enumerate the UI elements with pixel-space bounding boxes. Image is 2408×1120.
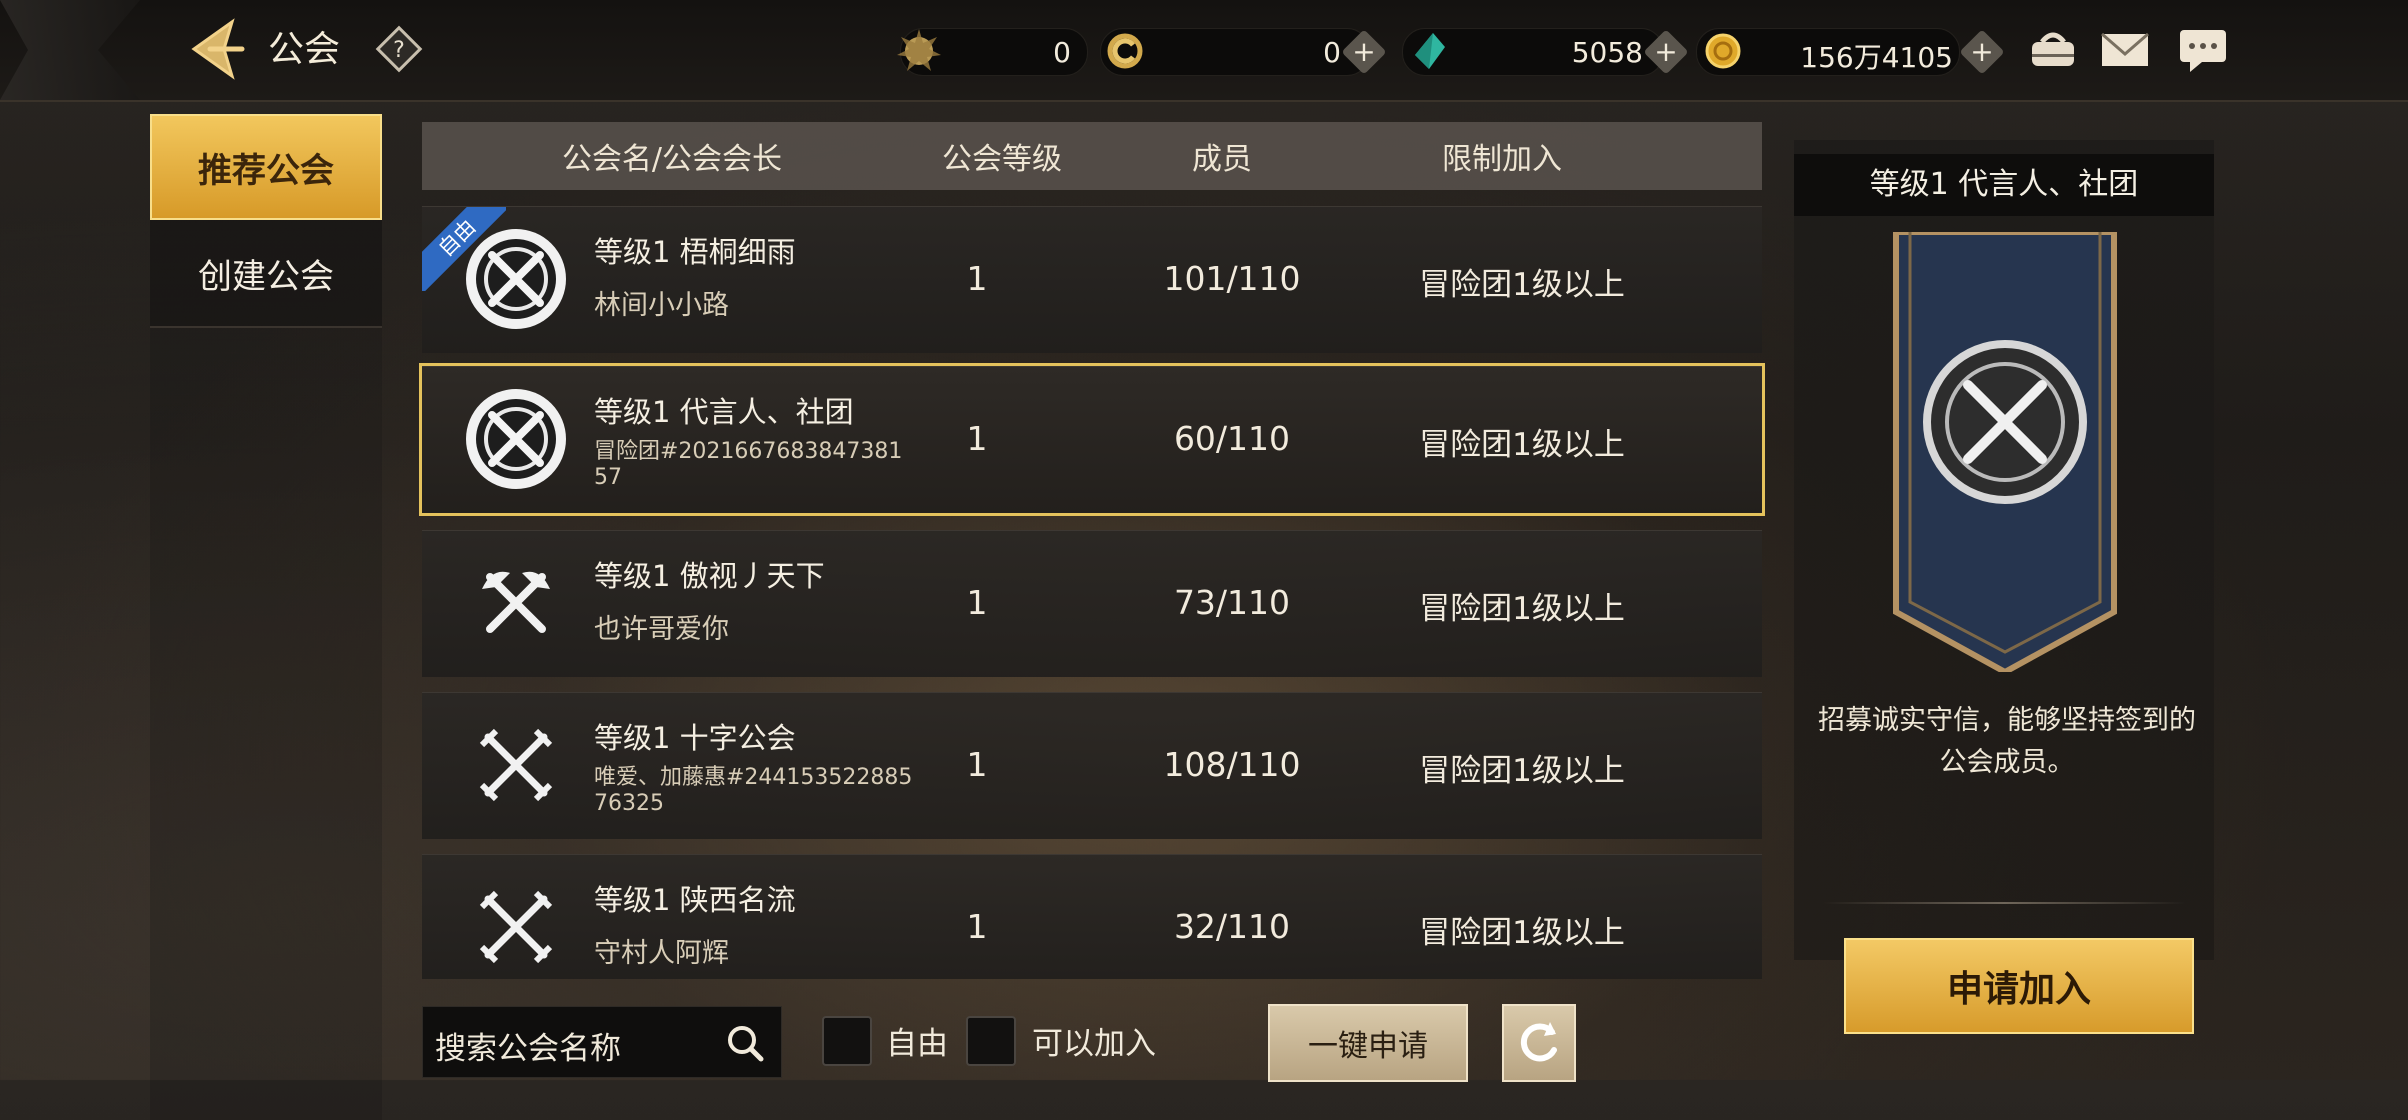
guild-join-limit: 冒险团1级以上 xyxy=(1419,753,1625,789)
table-header: 公会名/公会会长 公会等级 成员 限制加入 xyxy=(422,122,1762,190)
gem-icon xyxy=(1415,33,1445,69)
guild-name: 等级1 陕西名流 xyxy=(594,883,796,917)
guild-leader: 也许哥爱你 xyxy=(594,614,729,645)
crossed-axes-icon xyxy=(482,571,550,633)
guild-leader: 冒险团#202166768384738157 xyxy=(594,439,903,490)
refresh-icon xyxy=(1520,1022,1557,1062)
guild-level: 1 xyxy=(966,419,988,458)
sidebar: 推荐公会 创建公会 xyxy=(150,114,382,328)
guild-description: 招募诚实守信，能够坚持签到的公会成员。 xyxy=(1818,705,2196,778)
crossed-swords-round-icon xyxy=(466,229,566,329)
back-button[interactable] xyxy=(180,14,252,84)
header-guild-level: 公会等级 xyxy=(942,142,1062,177)
add-gold-button[interactable]: + xyxy=(1959,29,2005,75)
detail-guild-title: 等级1 代言人、社团 xyxy=(1794,154,2214,216)
guild-leader: 唯爱、加藤惠#24415352288576325 xyxy=(594,765,913,816)
guild-leader: 林间小小路 xyxy=(594,290,729,321)
add-coin-button[interactable]: + xyxy=(1341,29,1387,75)
resource-coin-c: 0 xyxy=(1100,28,1370,76)
guild-level: 1 xyxy=(966,583,988,622)
guild-join-limit: 冒险团1级以上 xyxy=(1419,591,1625,627)
joinable-filter-checkbox[interactable] xyxy=(966,1016,1016,1066)
search-input[interactable]: 搜索公会名称 xyxy=(422,1006,782,1078)
guild-row[interactable]: 自由 等级1 梧桐细雨 林间小小路 1 101/110 冒险团1级以上 xyxy=(422,206,1762,353)
resource-gold: 156万4105 xyxy=(1696,28,1960,76)
page-title: 公会 xyxy=(268,29,341,70)
svg-text:?: ? xyxy=(393,38,405,63)
help-button[interactable]: ? xyxy=(374,24,424,74)
crossed-swords-round-icon xyxy=(466,389,566,489)
guild-join-limit: 冒险团1级以上 xyxy=(1419,427,1625,463)
header-guild-name: 公会名/公会会长 xyxy=(561,142,783,177)
guild-row-selected[interactable]: 等级1 代言人、社团 冒险团#202166768384738157 1 60/1… xyxy=(419,363,1765,516)
tab-recommended-guilds[interactable]: 推荐公会 xyxy=(150,114,382,220)
resource-medal-value: 0 xyxy=(1053,36,1071,69)
apply-join-button[interactable]: 申请加入 xyxy=(1844,938,2194,1034)
help-icon: ? xyxy=(375,25,423,73)
guild-members: 101/110 xyxy=(1163,259,1301,298)
guild-row[interactable]: 等级1 傲视丿天下 也许哥爱你 1 73/110 冒险团1级以上 xyxy=(422,530,1762,677)
resource-gold-value: 156万4105 xyxy=(1800,41,1953,74)
guild-members: 108/110 xyxy=(1163,745,1301,784)
resource-gem-value: 5058 xyxy=(1571,36,1643,69)
chat-icon[interactable] xyxy=(2174,24,2232,76)
crossed-swords-icon xyxy=(479,890,553,964)
guild-level: 1 xyxy=(966,259,988,298)
one-click-apply-button[interactable]: 一键申请 xyxy=(1268,1004,1468,1082)
guild-name: 等级1 傲视丿天下 xyxy=(594,559,825,593)
resource-gem: 5058 xyxy=(1402,28,1664,76)
add-gem-button[interactable]: + xyxy=(1643,29,1689,75)
sidebar-background xyxy=(150,220,382,1120)
tab-create-guild[interactable]: 创建公会 xyxy=(150,220,382,328)
guild-level: 1 xyxy=(966,907,988,946)
guild-join-limit: 冒险团1级以上 xyxy=(1419,915,1625,951)
mail-icon[interactable] xyxy=(2096,24,2154,76)
guild-members: 32/110 xyxy=(1173,907,1291,946)
resource-coin-c-value: 0 xyxy=(1323,36,1341,69)
guild-members: 60/110 xyxy=(1173,419,1291,458)
guild-banner-icon xyxy=(1893,232,2117,672)
bag-icon[interactable] xyxy=(2024,24,2082,76)
guild-row[interactable]: 等级1 陕西名流 守村人阿辉 1 32/110 冒险团1级以上 xyxy=(422,854,1762,979)
free-filter-checkbox[interactable] xyxy=(822,1016,872,1066)
guild-level: 1 xyxy=(966,745,988,784)
search-icon[interactable] xyxy=(723,1021,767,1065)
guild-name: 等级1 代言人、社团 xyxy=(594,395,854,429)
coin-c-icon xyxy=(1107,33,1143,69)
gold-coin-icon xyxy=(1705,33,1741,69)
guild-row[interactable]: 等级1 十字公会 唯爱、加藤惠#24415352288576325 1 108/… xyxy=(422,692,1762,839)
header-join-limit: 限制加入 xyxy=(1442,142,1562,177)
joinable-filter-label: 可以加入 xyxy=(1032,1026,1156,1062)
refresh-button[interactable] xyxy=(1502,1004,1576,1082)
crossed-swords-icon xyxy=(479,728,553,802)
guild-join-limit: 冒险团1级以上 xyxy=(1419,267,1625,303)
back-icon xyxy=(191,18,245,80)
guild-leader: 守村人阿辉 xyxy=(594,938,729,969)
guild-name: 等级1 十字公会 xyxy=(594,721,796,755)
divider xyxy=(1822,902,2186,904)
resource-medal: 0 xyxy=(897,28,1088,76)
guild-name: 等级1 梧桐细雨 xyxy=(594,235,796,269)
free-filter-label: 自由 xyxy=(886,1026,948,1062)
search-placeholder: 搜索公会名称 xyxy=(435,1031,621,1067)
header-members: 成员 xyxy=(1192,142,1252,177)
guild-members: 73/110 xyxy=(1173,583,1291,622)
medal-icon xyxy=(897,29,941,71)
guild-detail-panel: 等级1 代言人、社团 招募诚实守信，能够坚持签到的公会成员。 xyxy=(1794,140,2214,960)
